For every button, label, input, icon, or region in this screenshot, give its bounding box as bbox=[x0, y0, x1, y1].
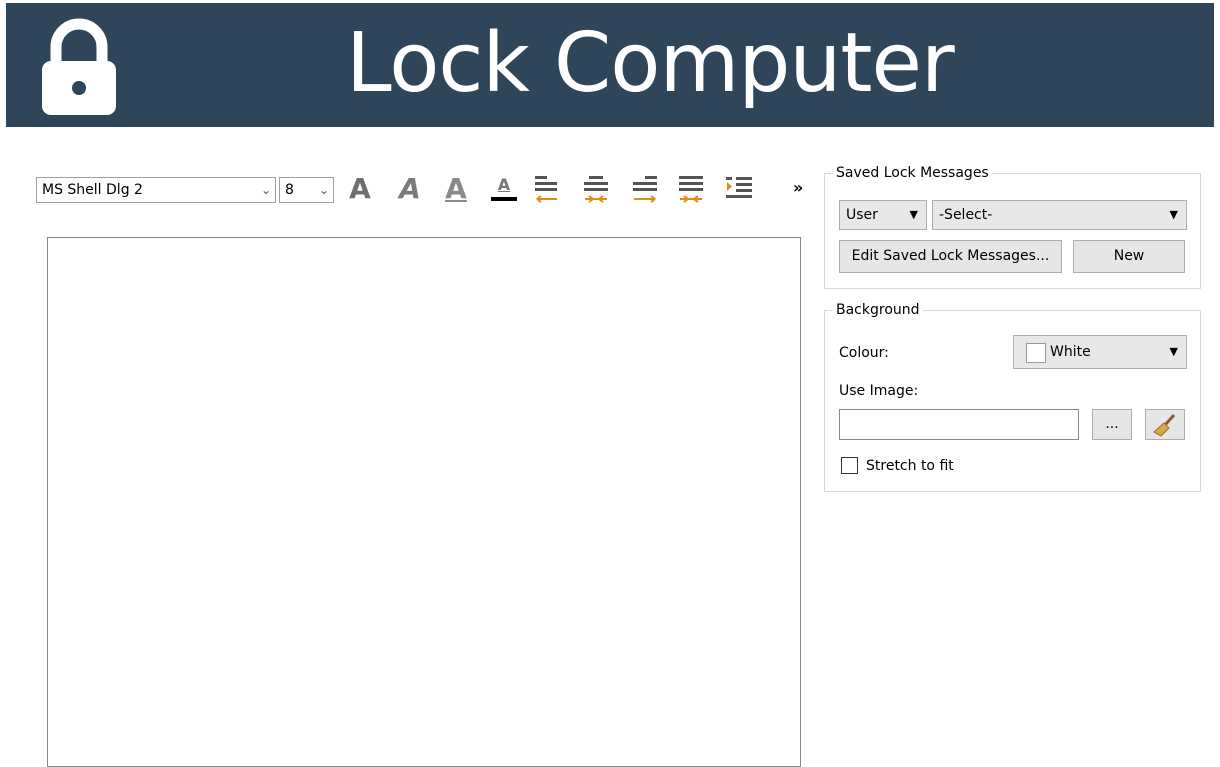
dropdown-arrow-icon: ▼ bbox=[909, 208, 918, 221]
scope-value: User bbox=[846, 207, 878, 223]
new-message-button[interactable]: New bbox=[1073, 240, 1185, 273]
browse-button[interactable]: ... bbox=[1092, 409, 1132, 440]
scope-dropdown[interactable]: User ▼ bbox=[839, 200, 927, 230]
stretch-checkbox[interactable] bbox=[841, 457, 858, 474]
use-image-label: Use Image: bbox=[839, 383, 919, 399]
align-right-icon[interactable] bbox=[631, 172, 659, 206]
broom-icon bbox=[1153, 413, 1176, 437]
font-size-select[interactable]: 8 ⌄ bbox=[279, 177, 334, 203]
stretch-label: Stretch to fit bbox=[866, 458, 954, 474]
underline-icon[interactable]: A bbox=[436, 168, 476, 208]
lock-icon bbox=[42, 18, 116, 115]
header-banner: Lock Computer bbox=[6, 3, 1214, 127]
font-color-icon[interactable]: A bbox=[486, 168, 522, 208]
chevron-down-icon: ⌄ bbox=[318, 183, 329, 197]
justify-icon[interactable] bbox=[677, 172, 705, 206]
image-path-input[interactable] bbox=[839, 409, 1079, 440]
font-family-select[interactable]: MS Shell Dlg 2 ⌄ bbox=[36, 177, 276, 203]
font-size-value: 8 bbox=[285, 182, 294, 198]
toolbar-overflow-button[interactable]: » bbox=[793, 178, 803, 198]
saved-message-value: -Select- bbox=[939, 207, 993, 223]
clear-image-button[interactable] bbox=[1145, 409, 1185, 440]
group-title: Saved Lock Messages bbox=[833, 164, 992, 182]
colour-dropdown[interactable]: White ▼ bbox=[1013, 335, 1187, 369]
group-title: Background bbox=[833, 301, 923, 319]
colour-label: Colour: bbox=[839, 345, 889, 361]
align-left-icon[interactable] bbox=[533, 172, 561, 206]
colour-value: White bbox=[1050, 344, 1091, 360]
message-editor[interactable] bbox=[47, 237, 801, 767]
indent-icon[interactable] bbox=[724, 172, 754, 206]
saved-message-dropdown[interactable]: -Select- ▼ bbox=[932, 200, 1187, 230]
font-family-value: MS Shell Dlg 2 bbox=[42, 182, 143, 198]
chevron-down-icon: ⌄ bbox=[260, 183, 271, 197]
align-center-icon[interactable] bbox=[582, 172, 610, 206]
color-bar bbox=[491, 196, 517, 201]
edit-saved-messages-button[interactable]: Edit Saved Lock Messages... bbox=[839, 240, 1062, 273]
dropdown-arrow-icon: ▼ bbox=[1169, 345, 1178, 358]
italic-icon[interactable]: A bbox=[390, 168, 430, 208]
colour-swatch bbox=[1026, 343, 1046, 363]
page-title: Lock Computer bbox=[346, 16, 955, 111]
dropdown-arrow-icon: ▼ bbox=[1169, 208, 1178, 221]
bold-icon[interactable]: A bbox=[340, 168, 380, 208]
